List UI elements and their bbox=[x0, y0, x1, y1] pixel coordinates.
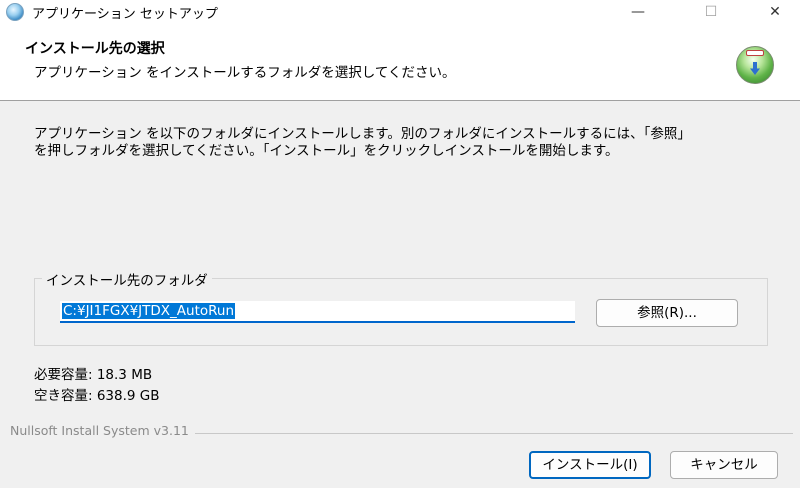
close-button[interactable]: ✕ bbox=[752, 0, 798, 24]
title-bar: アプリケーション セットアップ — ☐ ✕ bbox=[0, 0, 800, 24]
cancel-button[interactable]: キャンセル bbox=[670, 451, 778, 479]
destination-path-input[interactable]: C:¥JI1FGX¥JTDX_AutoRun bbox=[60, 301, 575, 323]
install-button[interactable]: インストール(I) bbox=[529, 451, 651, 479]
instructions-line-1: アプリケーション を以下のフォルダにインストールします。別のフォルダにインストー… bbox=[34, 126, 691, 142]
installer-app-icon bbox=[6, 3, 24, 21]
page-subtitle: アプリケーション をインストールするフォルダを選択してください。 bbox=[34, 65, 456, 81]
minimize-button[interactable]: — bbox=[615, 0, 661, 24]
space-available: 空き容量: 638.9 GB bbox=[34, 388, 160, 404]
window-title: アプリケーション セットアップ bbox=[32, 7, 218, 22]
header-panel: インストール先の選択 アプリケーション をインストールするフォルダを選択してくだ… bbox=[0, 24, 800, 101]
space-required: 必要容量: 18.3 MB bbox=[34, 367, 153, 383]
instructions-line-2: を押しフォルダを選択してください。「インストール」をクリックしインストールを開始… bbox=[34, 143, 619, 159]
nsis-branding: Nullsoft Install System v3.11 bbox=[10, 423, 195, 438]
install-disk-icon bbox=[736, 46, 774, 84]
destination-path-value: C:¥JI1FGX¥JTDX_AutoRun bbox=[62, 303, 236, 319]
instructions-text: アプリケーション を以下のフォルダにインストールします。別のフォルダにインストー… bbox=[34, 126, 774, 160]
maximize-button[interactable]: ☐ bbox=[688, 0, 734, 24]
icon-cap-decoration bbox=[746, 50, 764, 56]
destination-folder-label: インストール先のフォルダ bbox=[42, 269, 212, 289]
page-title: インストール先の選択 bbox=[25, 41, 165, 57]
browse-button[interactable]: 参照(R)... bbox=[596, 299, 738, 327]
download-arrow-icon bbox=[750, 62, 760, 75]
